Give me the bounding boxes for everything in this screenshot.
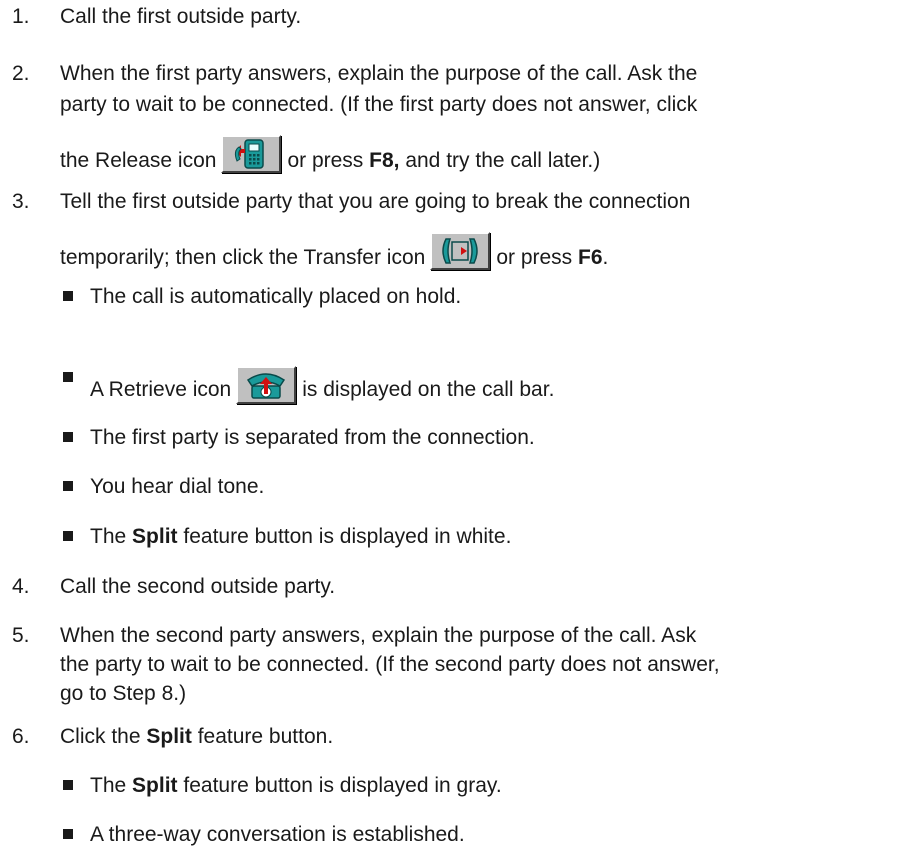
step-number: 3. <box>12 190 30 213</box>
split-label: Split <box>146 725 192 748</box>
bullet-marker <box>63 780 73 790</box>
bullet-marker <box>63 481 73 491</box>
bullet-text: The Split feature button is displayed in… <box>90 525 511 549</box>
bullet-text-part: feature button is displayed in gray. <box>183 774 502 797</box>
step-text: When the first party answers, explain th… <box>60 62 698 85</box>
bullet-marker <box>63 531 73 541</box>
step-text: and try the call later.) <box>405 149 601 172</box>
bullet-text: You hear dial tone. <box>90 475 265 498</box>
step-text-with-icon: temporarily; then click the Transfer ico… <box>60 232 608 270</box>
step-text: go to Step 8.) <box>60 682 187 705</box>
bullet-text-part: The <box>90 774 127 797</box>
bullet-marker <box>63 291 73 301</box>
keyboard-key: F8, <box>369 149 400 172</box>
transfer-icon[interactable] <box>430 232 491 270</box>
split-label: Split <box>132 525 178 548</box>
step-text: When the second party answers, explain t… <box>60 624 697 647</box>
step-text: the party to wait to be connected. (If t… <box>60 653 720 676</box>
step-text: or press <box>496 246 573 269</box>
step-text: Call the second outside party. <box>60 575 336 598</box>
step-text: the Release icon <box>60 149 217 172</box>
step-number: 5. <box>12 624 30 647</box>
split-label: Split <box>132 774 178 797</box>
step-text: or press <box>287 149 364 172</box>
bullet-text-with-icon: A Retrieve icon is displayed on the call… <box>90 366 554 404</box>
bullet-text: The Split feature button is displayed in… <box>90 774 502 798</box>
step-text: party to wait to be connected. (If the f… <box>60 93 698 116</box>
bullet-text-part: The <box>90 525 127 548</box>
step-number: 2. <box>12 62 30 85</box>
step-number: 4. <box>12 575 30 598</box>
bullet-text: The first party is separated from the co… <box>90 426 535 449</box>
bullet-marker <box>63 829 73 839</box>
step-text: . <box>602 246 609 269</box>
step-text-part: Click the <box>60 725 141 748</box>
keyboard-key: F6 <box>578 246 603 269</box>
bullet-marker <box>63 432 73 442</box>
step-text: Call the first outside party. <box>60 5 302 28</box>
bullet-text: The call is automatically placed on hold… <box>90 285 462 308</box>
bullet-text: A Retrieve icon <box>90 378 232 401</box>
retrieve-icon[interactable] <box>236 366 297 404</box>
bullet-text: A three-way conversation is established. <box>90 823 465 846</box>
step-text-part: feature button. <box>197 725 334 748</box>
step-text: Click the Split feature button. <box>60 725 333 749</box>
step-text: temporarily; then click the Transfer ico… <box>60 246 426 269</box>
step-text: Tell the first outside party that you ar… <box>60 190 691 213</box>
bullet-text: is displayed on the call bar. <box>302 378 555 401</box>
bullet-marker <box>63 372 73 382</box>
bullet-text-part: feature button is displayed in white. <box>183 525 512 548</box>
step-number: 6. <box>12 725 30 748</box>
step-text-with-icon: the Release icon or press F8, and try th… <box>60 135 600 173</box>
release-icon[interactable] <box>221 135 282 173</box>
step-number: 1. <box>12 5 30 28</box>
